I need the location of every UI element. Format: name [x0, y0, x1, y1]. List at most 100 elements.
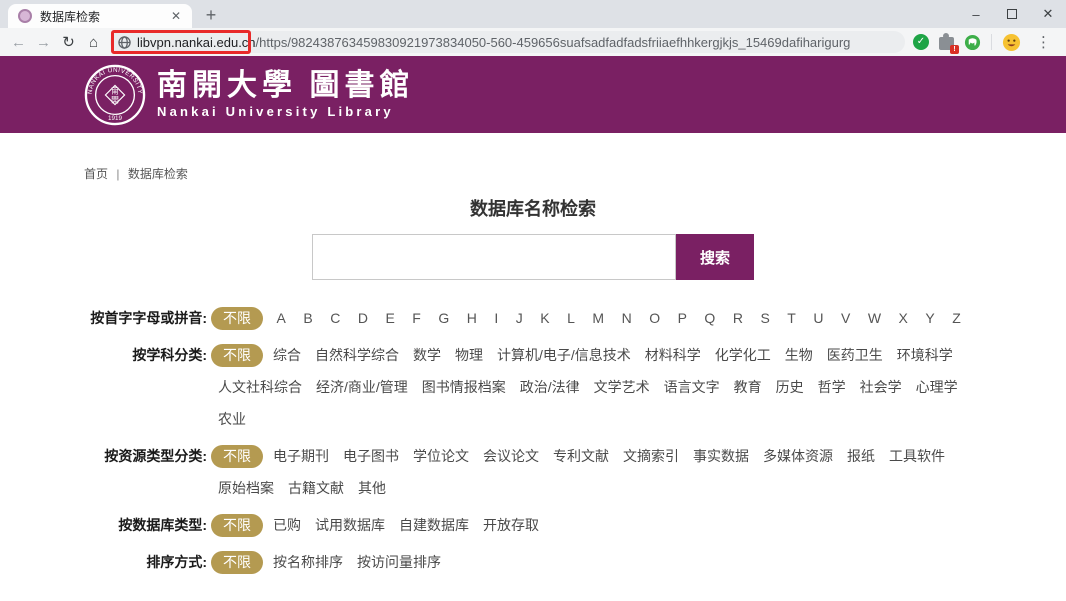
filter-option[interactable]: G — [438, 310, 449, 326]
filter-option[interactable]: S — [760, 310, 769, 326]
filter-option[interactable]: K — [540, 310, 549, 326]
filter-option[interactable]: T — [787, 310, 796, 326]
filter-option[interactable]: 按名称排序 — [273, 552, 343, 572]
reload-button[interactable]: ↻ — [56, 33, 81, 51]
filter-options-line: 原始档案古籍文献其他 — [211, 472, 945, 504]
filter-option-selected[interactable]: 不限 — [211, 514, 263, 537]
filter-option[interactable]: I — [494, 310, 498, 326]
filter-option[interactable]: 教育 — [734, 377, 762, 397]
filter-option[interactable]: 农业 — [218, 409, 246, 429]
search-input[interactable] — [312, 234, 676, 280]
minimize-button[interactable]: – — [958, 0, 994, 28]
filter-option[interactable]: 化学化工 — [715, 345, 771, 365]
filter-option-selected[interactable]: 不限 — [211, 551, 263, 574]
site-info-globe-icon[interactable] — [118, 36, 131, 49]
filter-option[interactable]: 自然科学综合 — [315, 345, 399, 365]
filter-option-selected[interactable]: 不限 — [211, 307, 263, 330]
filter-option[interactable]: 历史 — [776, 377, 804, 397]
filter-option[interactable]: 政治/法律 — [520, 377, 580, 397]
filter-option[interactable]: 语言文字 — [664, 377, 720, 397]
filter-option[interactable]: 电子图书 — [343, 446, 399, 466]
filter-option[interactable]: 图书情报档案 — [422, 377, 506, 397]
filter-option[interactable]: W — [868, 310, 881, 326]
home-button[interactable]: ⌂ — [81, 34, 106, 51]
filter-option[interactable]: 学位论文 — [413, 446, 469, 466]
browser-tab[interactable]: 数据库检索 ✕ — [8, 4, 192, 28]
filter-option[interactable]: B — [303, 310, 312, 326]
library-name-chinese: 南開大學 圖書館 — [157, 71, 415, 101]
filter-option[interactable]: 自建数据库 — [399, 515, 469, 535]
filter-label: 按资源类型分类: — [84, 440, 207, 504]
address-bar[interactable]: libvpn.nankai.edu.cn/https/9824387634598… — [110, 31, 905, 53]
filter-option[interactable]: 数学 — [413, 345, 441, 365]
tab-close-icon[interactable]: ✕ — [168, 9, 184, 23]
url-path: /https/982438763459830921973834050-560-4… — [256, 35, 851, 50]
filter-option[interactable]: 开放存取 — [483, 515, 539, 535]
filter-option[interactable]: O — [649, 310, 660, 326]
filter-option[interactable]: 物理 — [455, 345, 483, 365]
filter-option[interactable]: Y — [925, 310, 934, 326]
filter-option[interactable]: 报纸 — [847, 446, 875, 466]
puzzle-extension-icon[interactable]: ! — [939, 37, 954, 50]
filter-option[interactable]: E — [385, 310, 394, 326]
filter-option[interactable]: C — [330, 310, 340, 326]
filter-option[interactable]: M — [592, 310, 604, 326]
filter-option[interactable]: 文学艺术 — [594, 377, 650, 397]
filter-option[interactable]: V — [841, 310, 850, 326]
filter-option[interactable]: H — [467, 310, 477, 326]
filter-option[interactable]: J — [516, 310, 523, 326]
filter-option[interactable]: N — [622, 310, 632, 326]
filter-option[interactable]: 社会学 — [860, 377, 902, 397]
window-close-button[interactable]: ✕ — [1030, 0, 1066, 28]
filter-option[interactable]: X — [899, 310, 908, 326]
back-button[interactable]: ← — [6, 34, 31, 51]
filter-option[interactable]: 电子期刊 — [273, 446, 329, 466]
filter-option[interactable]: 古籍文献 — [288, 478, 344, 498]
filter-option-selected[interactable]: 不限 — [211, 344, 263, 367]
filter-option[interactable]: 事实数据 — [693, 446, 749, 466]
browser-menu-icon[interactable]: ⋮ — [1031, 33, 1056, 51]
filter-option[interactable]: 心理学 — [916, 377, 958, 397]
filter-option[interactable]: 试用数据库 — [315, 515, 385, 535]
elephant-extension-icon[interactable] — [964, 34, 981, 51]
filter-option[interactable]: U — [813, 310, 823, 326]
filter-option[interactable]: 材料科学 — [645, 345, 701, 365]
filter-option[interactable]: 会议论文 — [483, 446, 539, 466]
filter-option[interactable]: 哲学 — [818, 377, 846, 397]
filter-option[interactable]: 原始档案 — [218, 478, 274, 498]
filter-option[interactable]: 环境科学 — [897, 345, 953, 365]
filter-label: 按学科分类: — [84, 339, 207, 435]
restore-button[interactable] — [994, 0, 1030, 28]
filter-option[interactable]: 人文社科综合 — [218, 377, 302, 397]
profile-avatar-icon[interactable] — [1002, 33, 1021, 52]
filter-option[interactable]: 计算机/电子/信息技术 — [497, 345, 631, 365]
filter-option[interactable]: 经济/商业/管理 — [316, 377, 408, 397]
filter-option[interactable]: Q — [704, 310, 715, 326]
filter-lines: 不限已购试用数据库自建数据库开放存取 — [211, 509, 539, 541]
filter-option[interactable]: A — [277, 310, 286, 326]
filter-option[interactable]: L — [567, 310, 575, 326]
filter-option-selected[interactable]: 不限 — [211, 445, 263, 468]
search-button[interactable]: 搜索 — [676, 234, 754, 280]
browser-toolbar: ← → ↻ ⌂ libvpn.nankai.edu.cn/https/98243… — [0, 28, 1066, 56]
breadcrumb-home-link[interactable]: 首页 — [84, 167, 108, 181]
filter-option[interactable]: F — [412, 310, 421, 326]
forward-button[interactable]: → — [31, 34, 56, 51]
filter-option[interactable]: P — [678, 310, 687, 326]
filter-option[interactable]: 工具软件 — [889, 446, 945, 466]
filter-option[interactable]: 按访问量排序 — [357, 552, 441, 572]
filter-option[interactable]: 生物 — [785, 345, 813, 365]
filter-option[interactable]: 综合 — [273, 345, 301, 365]
new-tab-button[interactable]: + — [198, 4, 224, 28]
filter-option[interactable]: 其他 — [358, 478, 386, 498]
filter-option[interactable]: R — [733, 310, 743, 326]
check-badge-extension-icon[interactable]: ✓ — [913, 34, 929, 50]
filter-option[interactable]: Z — [952, 310, 961, 326]
filter-option[interactable]: 多媒体资源 — [763, 446, 833, 466]
filter-option[interactable]: 文摘索引 — [623, 446, 679, 466]
filter-option[interactable]: 已购 — [273, 515, 301, 535]
site-favicon-icon — [18, 9, 32, 23]
filter-option[interactable]: 医药卫生 — [827, 345, 883, 365]
filter-option[interactable]: D — [358, 310, 368, 326]
filter-option[interactable]: 专利文献 — [553, 446, 609, 466]
